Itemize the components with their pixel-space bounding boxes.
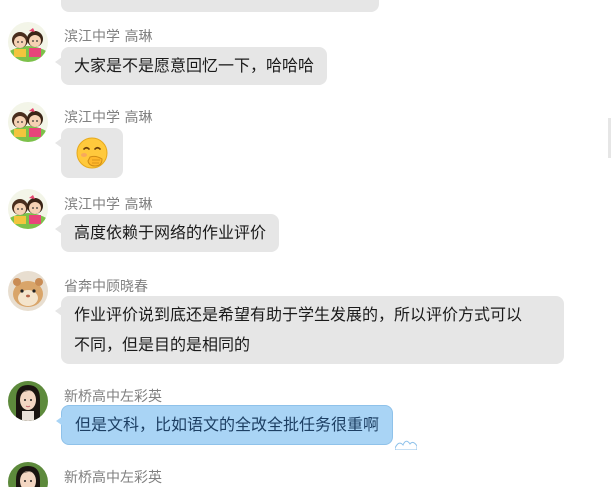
message-text-line: 作业评价说到底还是希望有助于学生发展的，所以评价方式可以: [74, 305, 523, 324]
cartoon-kids-avatar-icon: [8, 189, 48, 229]
cartoon-kids-avatar-icon: [8, 102, 48, 142]
message-bubble-partial: [61, 0, 379, 12]
message-bubble[interactable]: 作业评价说到底还是希望有助于学生发展的，所以评价方式可以 不同，但是目的是相同的: [55, 296, 564, 364]
avatar[interactable]: [8, 381, 48, 421]
hamster-avatar-icon: [8, 271, 48, 311]
message-text-line: 不同，但是目的是相同的: [74, 335, 251, 354]
sender-name: 滨江中学 高琳: [64, 197, 153, 213]
sender-name: 省奔中顾晓春: [64, 279, 148, 295]
giggle-emoji-icon: [76, 137, 108, 169]
avatar[interactable]: [8, 102, 48, 142]
sender-name: 新桥高中左彩英: [64, 470, 162, 486]
cartoon-kids-avatar-icon: [8, 22, 48, 62]
girl-portrait-avatar-icon: [8, 462, 48, 487]
girl-portrait-avatar-icon: [8, 381, 48, 421]
avatar[interactable]: [8, 462, 48, 487]
message-bubble-own[interactable]: 但是文科，比如语文的全改全批任务很重啊: [55, 405, 394, 445]
sender-name: 滨江中学 高琳: [64, 110, 153, 126]
chat-message-list[interactable]: 滨江中学 高琳 大家是不是愿意回忆一下，哈哈哈 滨江中学 高琳 滨江中学 高琳 …: [0, 0, 611, 487]
message-bubble-emoji[interactable]: [55, 128, 123, 178]
message-bubble[interactable]: 大家是不是愿意回忆一下，哈哈哈: [54, 47, 328, 85]
wave-decoration-icon: [395, 440, 417, 450]
sender-name: 滨江中学 高琳: [64, 29, 153, 45]
avatar[interactable]: [8, 22, 48, 62]
avatar[interactable]: [8, 189, 48, 229]
avatar[interactable]: [8, 271, 48, 311]
sender-name: 新桥高中左彩英: [64, 389, 162, 405]
message-bubble[interactable]: 高度依赖于网络的作业评价: [54, 214, 280, 252]
